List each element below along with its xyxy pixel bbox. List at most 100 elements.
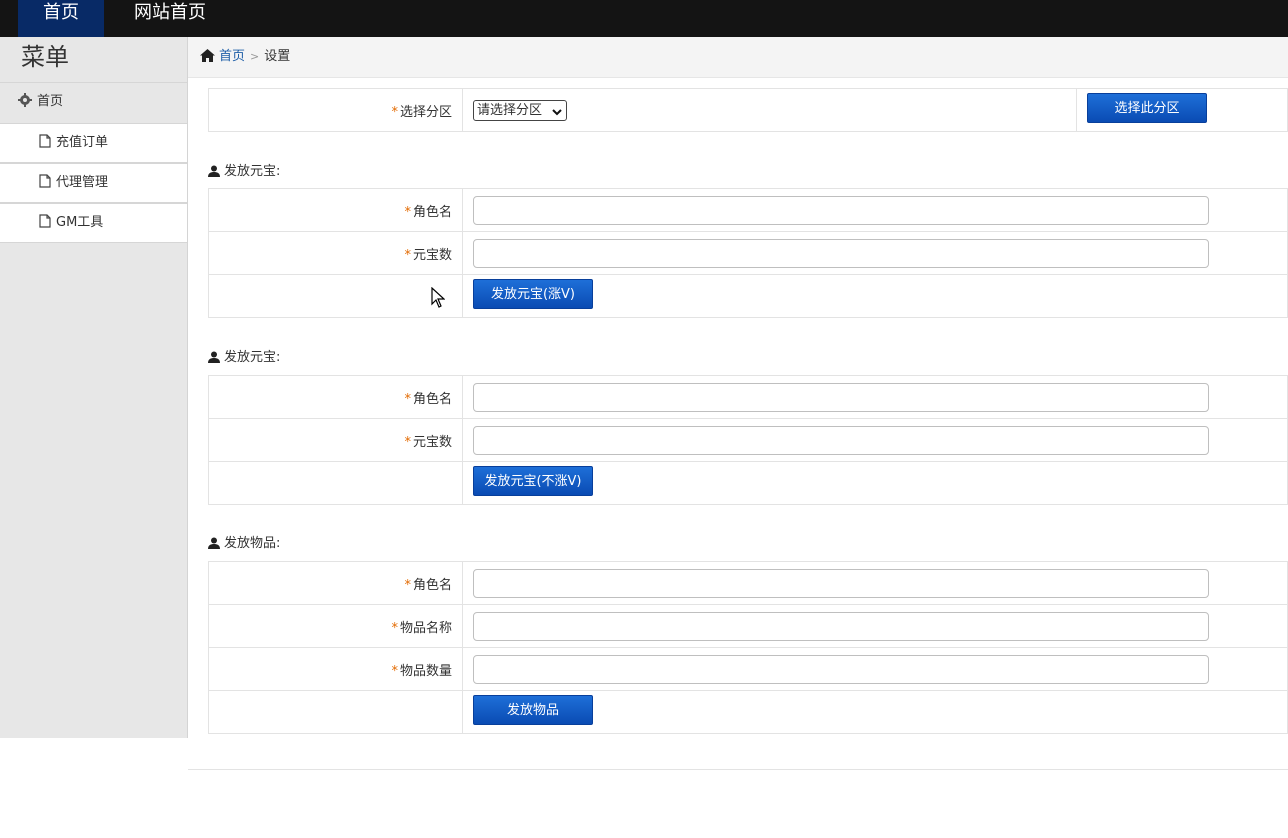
item-name-input[interactable] xyxy=(473,611,1209,641)
grant-item-button[interactable]: 发放物品 xyxy=(473,695,593,725)
ingot-form-no-v: * 角色名 * 元宝数 发放元宝(不涨V) xyxy=(208,375,1288,505)
form-cell xyxy=(462,188,1288,232)
user-icon xyxy=(208,351,220,367)
sidebar-item-label: 充值订单 xyxy=(56,135,109,150)
breadcrumb-current: 设置 xyxy=(264,49,291,64)
form-cell: 选择此分区 xyxy=(1076,88,1288,132)
role-name-input[interactable] xyxy=(473,195,1209,225)
sidebar-item-agent-management[interactable]: 代理管理 xyxy=(0,163,187,203)
top-navbar: 首页 网站首页 xyxy=(0,0,1288,37)
ingot-amount-input[interactable] xyxy=(473,238,1209,268)
chevron-right-icon: > xyxy=(250,50,260,63)
ingot-amount-label: 元宝数 xyxy=(412,247,452,263)
ingot-amount-input[interactable] xyxy=(473,425,1209,455)
grant-ingot-vip-button[interactable]: 发放元宝(涨V) xyxy=(473,279,593,309)
section-title-text: 发放元宝: xyxy=(224,164,281,179)
form-cell: 发放元宝(涨V) xyxy=(462,274,1288,318)
form-cell: 发放物品 xyxy=(462,690,1288,734)
gear-icon xyxy=(18,85,32,123)
form-label: * 物品数量 xyxy=(208,647,463,691)
nav-home[interactable]: 首页 xyxy=(18,0,104,37)
file-icon xyxy=(39,126,51,164)
item-name-label: 物品名称 xyxy=(399,620,452,636)
select-partition-button[interactable]: 选择此分区 xyxy=(1087,93,1207,123)
required-mark: * xyxy=(404,247,411,263)
sidebar-item-label: 首页 xyxy=(37,94,64,109)
form-label: * 角色名 xyxy=(208,188,463,232)
form-row: 发放元宝(涨V) xyxy=(208,274,1288,318)
divider xyxy=(188,769,1288,770)
form-label xyxy=(208,274,463,318)
sidebar-item-gm-tools[interactable]: GM工具 xyxy=(0,203,187,243)
role-name-input[interactable] xyxy=(473,382,1209,412)
form-label xyxy=(208,461,463,505)
section-title-text: 发放元宝: xyxy=(224,350,281,365)
form-cell xyxy=(462,375,1288,419)
item-quantity-input[interactable] xyxy=(473,654,1209,684)
home-icon xyxy=(200,39,215,79)
partition-form: * 选择分区 请选择分区 选择此分区 xyxy=(208,88,1288,132)
role-name-input[interactable] xyxy=(473,568,1209,598)
form-label: * 角色名 xyxy=(208,375,463,419)
form-cell xyxy=(462,647,1288,691)
form-label xyxy=(208,690,463,734)
sidebar-item-label: 代理管理 xyxy=(56,175,109,190)
required-mark: * xyxy=(404,391,411,407)
required-mark: * xyxy=(404,204,411,220)
form-row: * 元宝数 xyxy=(208,418,1288,462)
partition-select-value: 请选择分区 xyxy=(477,102,543,118)
required-mark: * xyxy=(404,434,411,450)
form-row: * 物品数量 xyxy=(208,647,1288,691)
item-form: * 角色名 * 物品名称 * 物品数量 发放物品 xyxy=(208,561,1288,734)
form-row: * 选择分区 请选择分区 选择此分区 xyxy=(208,88,1288,132)
required-mark: * xyxy=(391,104,398,120)
sidebar-item-label: GM工具 xyxy=(56,215,104,230)
nav-website-home[interactable]: 网站首页 xyxy=(134,0,206,37)
user-icon xyxy=(208,165,220,181)
partition-select[interactable]: 请选择分区 xyxy=(473,99,567,123)
ingot-amount-label: 元宝数 xyxy=(412,434,452,450)
sidebar: 菜单 首页 充值订单 代理管理 GM工具 xyxy=(0,37,188,738)
role-name-label: 角色名 xyxy=(412,577,452,593)
ingot-form-v: * 角色名 * 元宝数 发放元宝(涨V) xyxy=(208,188,1288,318)
form-row: 发放物品 xyxy=(208,690,1288,734)
section-title: 发放元宝: xyxy=(208,346,280,367)
required-mark: * xyxy=(404,577,411,593)
item-quantity-label: 物品数量 xyxy=(399,663,452,679)
section-title: 发放物品: xyxy=(208,532,280,553)
section-title: 发放元宝: xyxy=(208,160,280,181)
mouse-cursor-icon xyxy=(431,286,446,312)
partition-label: 选择分区 xyxy=(399,104,452,120)
user-icon xyxy=(208,537,220,553)
form-row: * 角色名 xyxy=(208,188,1288,232)
required-mark: * xyxy=(391,663,398,679)
section-title-text: 发放物品: xyxy=(224,536,281,551)
form-row: * 物品名称 xyxy=(208,604,1288,648)
file-icon xyxy=(39,166,51,204)
form-label: * 元宝数 xyxy=(208,231,463,275)
form-cell: 请选择分区 xyxy=(462,88,1077,132)
form-row: * 角色名 xyxy=(208,561,1288,605)
form-row: * 角色名 xyxy=(208,375,1288,419)
sidebar-item-home[interactable]: 首页 xyxy=(0,83,187,123)
form-cell: 发放元宝(不涨V) xyxy=(462,461,1288,505)
form-cell xyxy=(462,231,1288,275)
role-name-label: 角色名 xyxy=(412,391,452,407)
sidebar-item-recharge-orders[interactable]: 充值订单 xyxy=(0,123,187,163)
file-icon xyxy=(39,206,51,244)
grant-ingot-no-vip-button[interactable]: 发放元宝(不涨V) xyxy=(473,466,593,496)
form-label: * 元宝数 xyxy=(208,418,463,462)
chevron-down-icon xyxy=(552,104,562,123)
form-cell xyxy=(462,561,1288,605)
form-label: * 选择分区 xyxy=(208,88,463,132)
form-cell xyxy=(462,418,1288,462)
form-row: * 元宝数 xyxy=(208,231,1288,275)
breadcrumb: 首页 > 设置 xyxy=(188,37,1288,78)
required-mark: * xyxy=(391,620,398,636)
form-row: 发放元宝(不涨V) xyxy=(208,461,1288,505)
breadcrumb-home-link[interactable]: 首页 xyxy=(219,49,245,64)
role-name-label: 角色名 xyxy=(412,204,452,220)
form-cell xyxy=(462,604,1288,648)
form-label: * 物品名称 xyxy=(208,604,463,648)
form-label: * 角色名 xyxy=(208,561,463,605)
